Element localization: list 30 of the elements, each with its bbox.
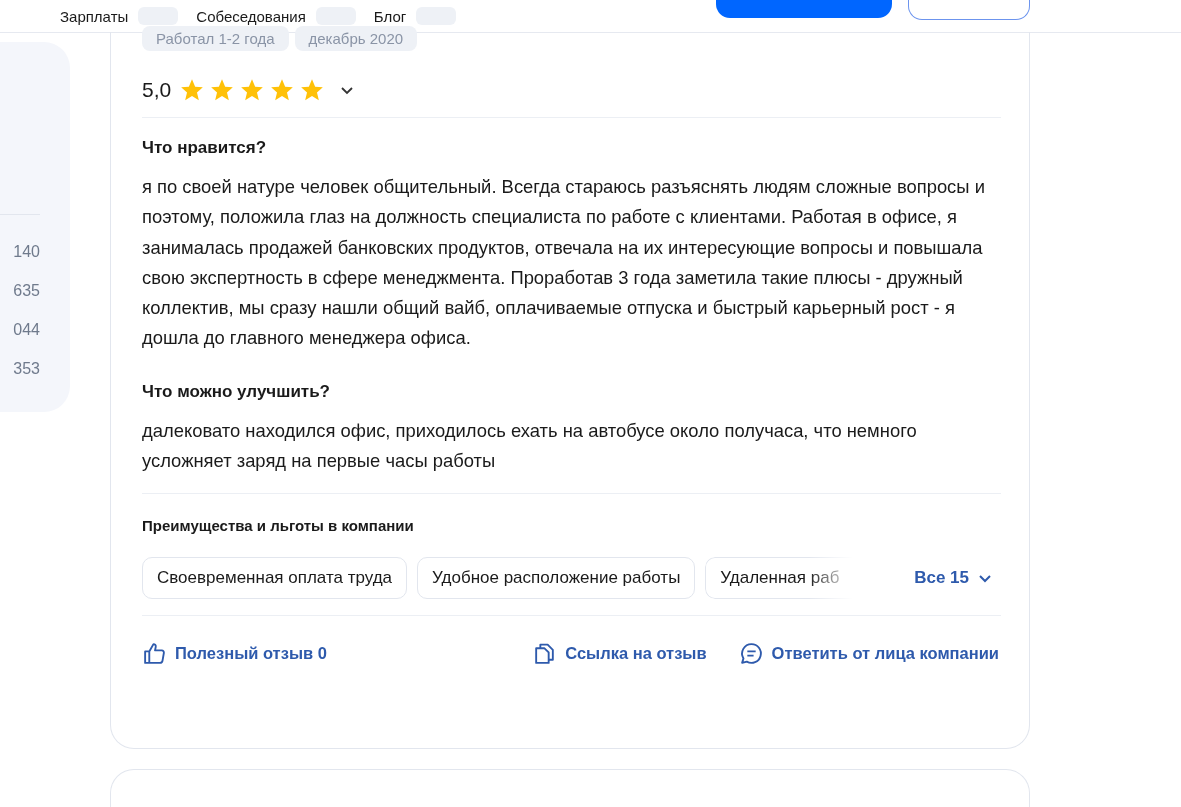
- tag: Работал 1-2 года: [142, 26, 289, 51]
- action-link[interactable]: Ответить от лица компании: [738, 641, 999, 667]
- star-icon: [239, 77, 266, 103]
- chat-bubble-icon: [738, 641, 764, 667]
- show-all-link[interactable]: Все 15: [914, 568, 993, 589]
- count-text: 140: [13, 243, 40, 262]
- review-text: я по своей натуре человек общительный. Всегда стараюсь разъяснять людям сложные вопросы и поэтому, положила глаз на должность специалиста по работе с клиентами. Работая в офисе, я занималась продажей банковских продуктов, отвечала на их интересующие вопросы и повышала свою экспертность в сфере менеджмента. Проработав 3 года заметила такие плюсы - дружный коллектив, мы сразу нашли общий вайб, оплачиваемые отпуска и быстрый карьерный рост - я дошла до главного менеджера офиса.: [142, 175, 986, 351]
- count-text: 353: [13, 360, 40, 379]
- rating-value: 5,0: [142, 78, 172, 102]
- section-heading: Что нравится?: [142, 138, 268, 158]
- nav-link[interactable]: Зарплаты: [60, 7, 129, 25]
- star-icon: [209, 77, 236, 103]
- count-text: 044: [13, 321, 40, 340]
- action-link[interactable]: Ссылка на отзыв: [532, 641, 707, 667]
- primary-button[interactable]: [716, 0, 892, 18]
- count-text: 635: [13, 282, 40, 301]
- secondary-button[interactable]: [908, 0, 1030, 20]
- star-icon: [299, 77, 326, 103]
- thumbs-up-icon: [142, 641, 167, 667]
- action-link[interactable]: Полезный отзыв 0: [142, 641, 327, 667]
- nav-link[interactable]: Собеседования: [196, 7, 306, 25]
- benefit-chip: Удобное расположение работы: [417, 557, 696, 600]
- star-icon: [179, 77, 206, 103]
- benefits-heading: Преимущества и льготы в компании: [142, 517, 415, 535]
- star-icon: [269, 77, 296, 103]
- tag: декабрь 2020: [294, 26, 418, 51]
- benefit-chip: Своевременная оплата труда: [142, 557, 408, 600]
- nav-link[interactable]: Блог: [373, 7, 407, 25]
- section-heading: Что можно улучшить?: [142, 381, 331, 402]
- review-text: далековато находился офис, приходилось ехать на автобусе около получаса, что немного усложняет заряд на первые часы работы: [142, 418, 918, 474]
